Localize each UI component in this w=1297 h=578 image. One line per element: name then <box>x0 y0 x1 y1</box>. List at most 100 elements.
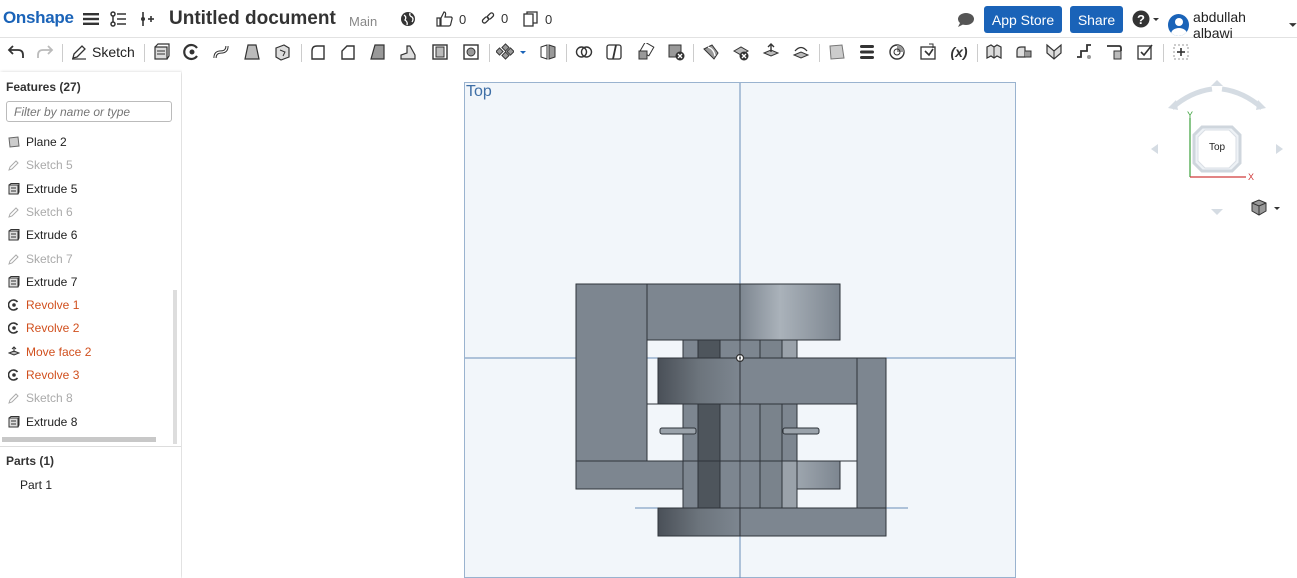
user-menu[interactable]: abdullah albawi <box>1168 9 1297 41</box>
thumbs-up-icon <box>436 11 453 27</box>
sketch-label: Sketch <box>92 44 135 60</box>
revolve-icon <box>8 299 20 311</box>
user-name: abdullah albawi <box>1193 9 1246 41</box>
feature-item[interactable]: Revolve 1 <box>8 296 79 314</box>
split-icon[interactable] <box>604 42 624 62</box>
view-cube-face-label[interactable]: Top <box>1200 142 1234 153</box>
hem-icon[interactable] <box>1044 42 1064 62</box>
feature-item[interactable]: Revolve 2 <box>8 319 79 337</box>
chamfer-icon[interactable] <box>338 42 358 62</box>
move-face-icon[interactable] <box>761 42 781 62</box>
app-store-button[interactable]: App Store <box>984 6 1062 33</box>
bend-relief-icon[interactable] <box>1104 42 1124 62</box>
comment-icon[interactable] <box>957 11 975 29</box>
extrude-icon <box>8 182 20 195</box>
helix-icon[interactable] <box>887 42 907 62</box>
pattern-dropdown-icon[interactable] <box>518 42 528 62</box>
toolbar-divider <box>144 44 145 62</box>
draft-icon[interactable] <box>368 42 388 62</box>
links-count: 0 <box>501 11 509 26</box>
delete-face-icon[interactable] <box>731 42 751 62</box>
globe-icon[interactable] <box>399 10 417 28</box>
mate-connector-icon[interactable] <box>857 42 877 62</box>
tab-icon[interactable] <box>1074 42 1094 62</box>
plane-label: Top <box>466 83 492 100</box>
sweep-icon[interactable] <box>212 42 232 62</box>
share-button[interactable]: Share <box>1070 6 1123 33</box>
likes-count: 0 <box>459 11 467 27</box>
extrude-icon[interactable] <box>152 42 172 62</box>
feature-item[interactable]: Revolve 3 <box>8 366 79 384</box>
feature-item-label: Move face 2 <box>26 344 92 359</box>
links-stat[interactable]: 0 <box>481 11 508 26</box>
feature-item[interactable]: Extrude 8 <box>8 413 77 431</box>
sketch-button[interactable]: Sketch <box>71 42 135 62</box>
sheet-metal-icon[interactable] <box>984 42 1004 62</box>
features-header: Features (27) <box>6 80 81 94</box>
onshape-logo[interactable]: Onshape <box>3 8 74 28</box>
replace-face-icon[interactable] <box>791 42 811 62</box>
delete-part-icon[interactable] <box>666 42 686 62</box>
feature-list-hscrollbar[interactable] <box>2 437 156 442</box>
feature-item[interactable]: Plane 2 <box>8 133 67 151</box>
feature-item[interactable]: Sketch 8 <box>8 389 73 407</box>
hole-icon[interactable] <box>461 42 481 62</box>
mirror-icon[interactable] <box>538 42 558 62</box>
feature-item[interactable]: Extrude 5 <box>8 180 77 198</box>
copies-count: 0 <box>545 11 553 27</box>
part-item[interactable]: Part 1 <box>20 478 52 492</box>
insert-icon[interactable] <box>137 10 155 28</box>
feature-item-label: Revolve 1 <box>26 298 80 313</box>
feature-item[interactable]: Extrude 7 <box>8 273 77 291</box>
likes-stat[interactable]: 0 <box>436 11 466 27</box>
feature-item[interactable]: Sketch 5 <box>8 156 73 174</box>
branch-name[interactable]: Main <box>349 14 377 29</box>
extrude-icon <box>8 415 20 428</box>
feature-list-scrollbar[interactable] <box>173 290 177 444</box>
avatar <box>1168 14 1190 36</box>
transform-icon[interactable] <box>636 42 656 62</box>
thicken-icon[interactable] <box>272 42 292 62</box>
undo-icon[interactable] <box>6 42 26 62</box>
link-icon <box>481 11 495 24</box>
shell-icon[interactable] <box>430 42 450 62</box>
feature-item-label: Plane 2 <box>26 135 67 149</box>
toolbar-divider <box>1163 44 1164 62</box>
top-plane[interactable] <box>464 82 1016 578</box>
feature-filter-input[interactable] <box>6 101 172 122</box>
plane-icon[interactable] <box>827 42 847 62</box>
chevron-down-icon <box>1289 23 1297 27</box>
revolve-icon[interactable] <box>182 42 202 62</box>
help-menu[interactable]: ? <box>1132 10 1162 28</box>
boolean-icon[interactable] <box>574 42 594 62</box>
feature-item[interactable]: Sketch 6 <box>8 203 73 221</box>
sketch-icon <box>8 392 20 405</box>
loft-icon[interactable] <box>242 42 262 62</box>
pattern-icon[interactable] <box>495 42 515 62</box>
flange-icon[interactable] <box>1014 42 1034 62</box>
fillet-icon[interactable] <box>308 42 328 62</box>
svg-text:?: ? <box>1137 12 1145 27</box>
menu-icon[interactable] <box>82 10 100 28</box>
add-custom-feature-icon[interactable] <box>1171 42 1191 62</box>
feature-item-label: Sketch 5 <box>26 158 73 173</box>
version-graph-icon[interactable] <box>109 10 127 28</box>
feature-item[interactable]: Move face 2 <box>8 343 91 361</box>
modify-fillet-icon[interactable] <box>701 42 721 62</box>
import-curve-icon[interactable] <box>918 42 938 62</box>
plane-icon <box>8 136 20 148</box>
copy-icon <box>523 11 538 27</box>
revolve-icon <box>8 322 20 335</box>
revolve-icon <box>8 369 20 381</box>
rib-icon[interactable] <box>398 42 418 62</box>
feature-item-label: Sketch 7 <box>26 251 73 266</box>
toolbar-divider <box>62 44 63 62</box>
feature-item[interactable]: Extrude 6 <box>8 226 77 244</box>
copies-stat[interactable]: 0 <box>523 11 552 27</box>
variable-icon[interactable]: (x) <box>946 42 972 62</box>
panel-divider <box>0 446 181 447</box>
document-title[interactable]: Untitled document <box>169 8 336 30</box>
flat-view-icon[interactable] <box>1135 42 1155 62</box>
redo-icon[interactable] <box>35 42 55 62</box>
feature-item[interactable]: Sketch 7 <box>8 250 73 268</box>
